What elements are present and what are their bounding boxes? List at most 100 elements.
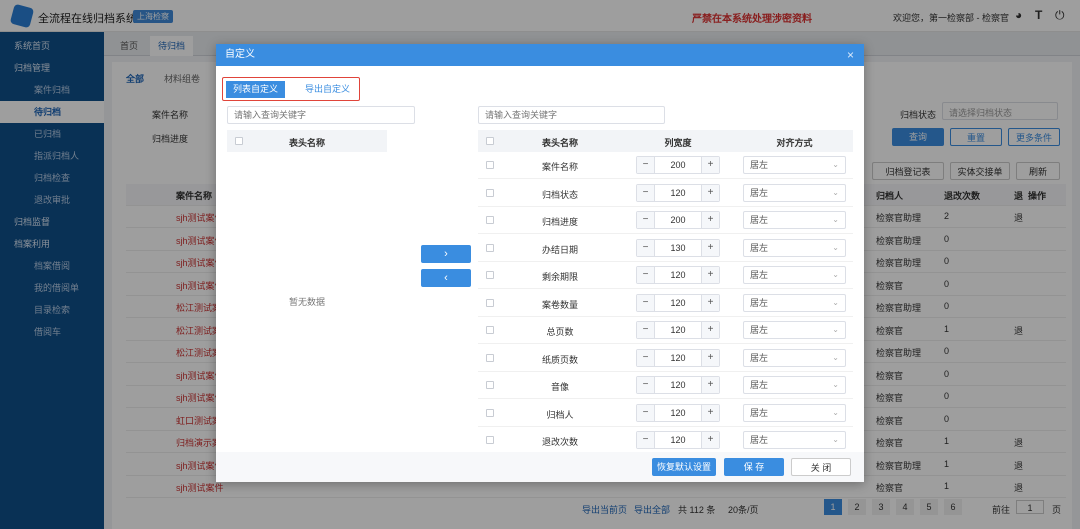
dialog-title: 自定义 <box>225 49 255 60</box>
align-select[interactable]: 居左 ⌄ <box>743 431 846 449</box>
align-value: 居左 <box>750 215 769 225</box>
row-checkbox[interactable] <box>486 408 494 417</box>
increment-button[interactable]: + <box>701 267 719 283</box>
header-width: 列宽度 <box>664 138 692 148</box>
decrement-button[interactable]: − <box>637 239 655 256</box>
left-header-label: 表头名称 <box>288 138 325 148</box>
row-checkbox[interactable] <box>486 216 494 224</box>
column-name: 案件名称 <box>541 162 578 172</box>
row-checkbox[interactable] <box>486 381 494 389</box>
chevron-down-icon: ⌄ <box>832 160 839 169</box>
decrement-button[interactable]: − <box>637 349 655 366</box>
width-stepper[interactable]: −120 + <box>636 183 720 202</box>
align-select[interactable]: 居左 ⌄ <box>743 211 846 229</box>
decrement-button[interactable]: − <box>637 322 655 338</box>
width-value[interactable]: 120 <box>655 188 701 198</box>
increment-button[interactable]: + <box>701 157 719 173</box>
row-checkbox[interactable] <box>486 436 494 444</box>
tab-list-customize[interactable]: 列表自定义 <box>226 81 286 98</box>
align-select[interactable]: 居左 ⌄ <box>743 376 846 394</box>
align-value: 居左 <box>750 297 769 308</box>
width-stepper[interactable]: −120 + <box>636 348 720 367</box>
decrement-button[interactable]: − <box>637 212 655 228</box>
width-value[interactable]: 120 <box>655 435 701 445</box>
column-name: 归档进度 <box>541 217 578 227</box>
column-name: 退改次数 <box>541 437 578 447</box>
increment-button[interactable]: + <box>701 322 719 338</box>
save-button[interactable]: 保 存 <box>724 458 784 476</box>
decrement-button[interactable]: − <box>637 157 655 173</box>
left-search-input[interactable] <box>227 106 415 124</box>
width-value[interactable]: 200 <box>655 160 701 170</box>
width-stepper[interactable]: −200 + <box>636 156 720 174</box>
row-checkbox[interactable] <box>486 271 494 279</box>
increment-button[interactable]: + <box>701 377 719 393</box>
column-row: 案件名称 −200 + 居左 ⌄ <box>478 152 853 179</box>
decrement-button[interactable]: − <box>637 377 655 393</box>
align-select[interactable]: 居左 ⌄ <box>743 266 846 284</box>
column-row: 案卷数量 −120 + 居左 ⌄ <box>478 290 853 317</box>
increment-button[interactable]: + <box>701 404 719 421</box>
width-value[interactable]: 120 <box>655 298 701 308</box>
restore-default-button[interactable]: 恢复默认设置 <box>652 458 716 476</box>
column-name: 案卷数量 <box>541 299 578 310</box>
decrement-button[interactable]: − <box>637 404 655 421</box>
width-stepper[interactable]: −120 + <box>636 266 720 284</box>
width-stepper[interactable]: −120 + <box>636 321 720 339</box>
header-name: 表头名称 <box>541 138 578 148</box>
align-select[interactable]: 居左 ⌄ <box>743 403 846 422</box>
row-checkbox[interactable] <box>486 188 494 197</box>
decrement-button[interactable]: − <box>637 294 655 311</box>
width-stepper[interactable]: −120 + <box>636 403 720 422</box>
increment-button[interactable]: + <box>701 294 719 311</box>
width-value[interactable]: 130 <box>655 243 701 253</box>
increment-button[interactable]: + <box>701 184 719 201</box>
empty-state: 暂无数据 <box>288 297 325 307</box>
move-right-button[interactable]: › <box>421 245 471 263</box>
right-select-all-checkbox[interactable] <box>486 137 494 145</box>
align-select[interactable]: 居左 ⌄ <box>743 238 846 257</box>
row-checkbox[interactable] <box>486 326 494 334</box>
right-table-header: 表头名称 列宽度 对齐方式 <box>478 130 853 152</box>
width-stepper[interactable]: −200 + <box>636 211 720 229</box>
decrement-button[interactable]: − <box>637 267 655 283</box>
row-checkbox[interactable] <box>486 161 494 169</box>
width-value[interactable]: 200 <box>655 215 701 225</box>
width-value[interactable]: 120 <box>655 270 701 280</box>
align-select[interactable]: 居左 ⌄ <box>743 183 846 202</box>
increment-button[interactable]: + <box>701 432 719 448</box>
width-value[interactable]: 120 <box>655 353 701 363</box>
close-icon[interactable]: × <box>847 44 854 66</box>
column-name: 归档状态 <box>541 189 578 200</box>
row-checkbox[interactable] <box>486 298 494 307</box>
right-search-input[interactable] <box>478 106 665 124</box>
width-value[interactable]: 120 <box>655 408 701 418</box>
close-button[interactable]: 关 闭 <box>791 458 851 476</box>
row-checkbox[interactable] <box>486 243 494 252</box>
align-select[interactable]: 居左 ⌄ <box>743 293 846 312</box>
chevron-down-icon: ⌄ <box>832 325 839 334</box>
width-stepper[interactable]: −120 + <box>636 293 720 312</box>
tab-export-customize[interactable]: 导出自定义 <box>298 81 357 98</box>
align-select[interactable]: 居左 ⌄ <box>743 321 846 339</box>
align-value: 居左 <box>750 435 769 445</box>
decrement-button[interactable]: − <box>637 184 655 201</box>
move-left-button[interactable]: ‹ <box>421 269 471 287</box>
decrement-button[interactable]: − <box>637 432 655 448</box>
align-select[interactable]: 居左 ⌄ <box>743 348 846 367</box>
column-row: 归档人 −120 + 居左 ⌄ <box>478 400 853 427</box>
align-select[interactable]: 居左 ⌄ <box>743 156 846 174</box>
increment-button[interactable]: + <box>701 212 719 228</box>
row-checkbox[interactable] <box>486 353 494 362</box>
width-stepper[interactable]: −130 + <box>636 238 720 257</box>
width-stepper[interactable]: −120 + <box>636 431 720 449</box>
chevron-down-icon: ⌄ <box>832 352 839 362</box>
increment-button[interactable]: + <box>701 349 719 366</box>
width-value[interactable]: 120 <box>655 325 701 335</box>
chevron-down-icon: ⌄ <box>832 380 839 389</box>
chevron-down-icon: ⌄ <box>832 187 839 197</box>
width-stepper[interactable]: −120 + <box>636 376 720 394</box>
width-value[interactable]: 120 <box>655 380 701 390</box>
chevron-down-icon: ⌄ <box>832 407 839 417</box>
increment-button[interactable]: + <box>701 239 719 256</box>
